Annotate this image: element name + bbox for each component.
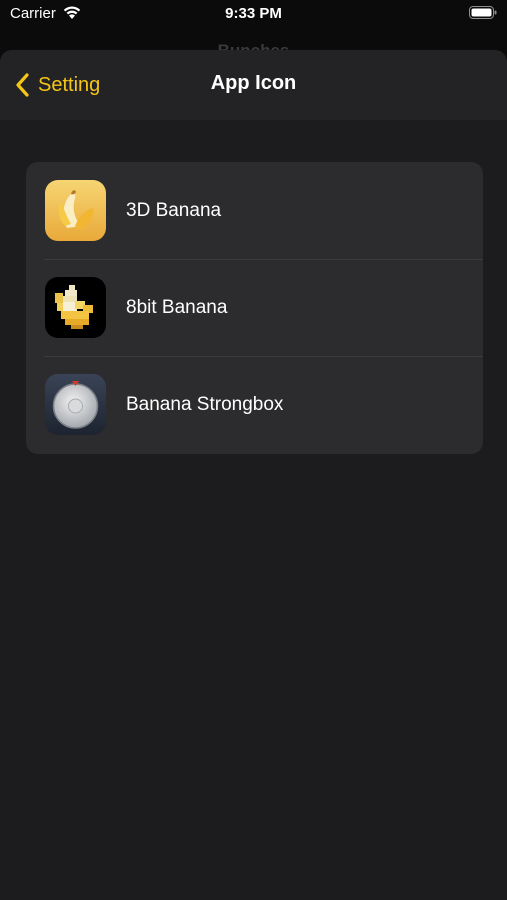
icon-option-label: 3D Banana	[126, 199, 222, 221]
icon-option-3d-banana[interactable]: 3D Banana	[26, 162, 483, 259]
strongbox-icon	[45, 374, 106, 435]
navigation-bar: Setting App Icon	[0, 50, 507, 120]
app-icon-sheet: Setting App Icon 3D Banana 8bit Banana B…	[0, 50, 507, 900]
status-bar: Carrier 9:33 PM	[0, 0, 507, 30]
icon-option-banana-strongbox[interactable]: Banana Strongbox	[26, 356, 483, 453]
banana-8bit-icon	[45, 277, 106, 338]
icon-option-label: 8bit Banana	[126, 296, 228, 318]
app-icon-list: 3D Banana 8bit Banana Banana Strongbox	[26, 162, 483, 454]
banana-3d-icon	[45, 180, 106, 241]
page-title: App Icon	[210, 72, 297, 94]
status-time: 9:33 PM	[225, 5, 282, 22]
icon-option-label: Banana Strongbox	[126, 393, 284, 415]
icon-option-8bit-banana[interactable]: 8bit Banana	[26, 259, 483, 356]
battery-icon	[469, 6, 497, 19]
